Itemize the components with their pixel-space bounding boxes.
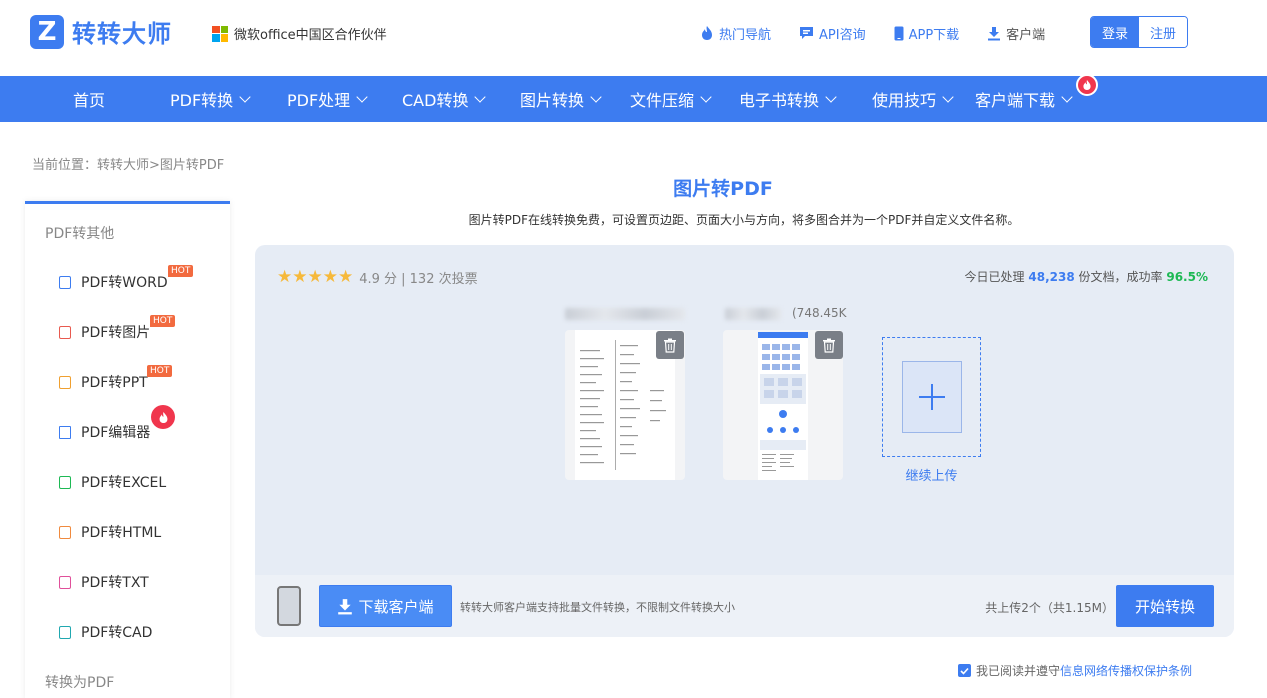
register-button[interactable]: 注册 <box>1139 17 1187 47</box>
cad-file-icon <box>59 625 71 639</box>
stats-rate: 96.5% <box>1166 270 1208 284</box>
chevron-down-icon <box>700 91 712 103</box>
download-client-button[interactable]: 下载客户端 <box>319 585 452 627</box>
nav-item-pdf-convert[interactable]: PDF转换 <box>170 76 251 122</box>
txt-file-icon <box>59 575 71 589</box>
top-header: Z 转转大师 微软office中国区合作伙伴 热门导航 API咨询 APP下载 … <box>0 0 1267 76</box>
chevron-down-icon <box>474 91 487 103</box>
partner-text: 微软office中国区合作伙伴 <box>234 28 387 43</box>
sidebar-item-pdf-to-txt[interactable]: PDF转TXT <box>59 572 149 592</box>
sidebar-item-pdf-to-ppt[interactable]: PDF转PPT <box>59 372 148 392</box>
sidebar-item-pdf-to-image[interactable]: PDF转图片 <box>59 322 150 342</box>
hot-nav-link[interactable]: 热门导航 <box>700 23 771 43</box>
logo-icon: Z <box>30 14 64 49</box>
sidebar-item-pdf-to-word[interactable]: PDF转WORD <box>59 272 168 292</box>
ppt-file-icon <box>59 375 71 389</box>
upload-count: 共上传2个（共1.15M） <box>985 601 1114 615</box>
delete-file-button[interactable] <box>656 331 684 359</box>
rating-text: 4.9 分 | 132 次投票 <box>359 271 478 287</box>
image-file-icon <box>59 325 71 339</box>
client-link[interactable]: 客户端 <box>987 23 1045 43</box>
main-nav: 首页 PDF转换 PDF处理 CAD转换 图片转换 文件压缩 电子书转换 使用技… <box>0 74 1267 122</box>
agree-text: 我已阅读并遵守 <box>976 664 1061 678</box>
sidebar-heading-from-pdf: PDF转其他 <box>45 226 115 242</box>
sidebar: PDF转其他 PDF转WORD HOT PDF转图片 HOT PDF转PPT H… <box>25 201 230 698</box>
fire-icon <box>151 405 175 429</box>
agree-link[interactable]: 信息网络传播权保护条例 <box>1060 662 1192 679</box>
file-name-blurred <box>565 308 685 320</box>
nav-item-client-download[interactable]: 客户端下载 <box>975 76 1073 122</box>
sidebar-item-pdf-to-excel[interactable]: PDF转EXCEL <box>59 472 166 492</box>
login-button[interactable]: 登录 <box>1091 17 1139 47</box>
chevron-down-icon <box>1061 91 1073 103</box>
star-rating-icon: ★★★★★ <box>277 267 354 287</box>
excel-file-icon <box>59 475 71 489</box>
sidebar-heading-to-pdf: 转换为PDF <box>45 675 115 691</box>
chevron-down-icon <box>825 91 837 103</box>
monitor-icon <box>59 425 71 439</box>
agree-checkbox[interactable] <box>958 664 971 677</box>
nav-item-image[interactable]: 图片转换 <box>520 76 602 122</box>
phone-icon <box>894 26 904 40</box>
rating[interactable]: ★★★★★ 4.9 分 | 132 次投票 <box>277 267 478 287</box>
top-links: 热门导航 API咨询 APP下载 客户端 <box>700 23 1073 43</box>
nav-item-cad[interactable]: CAD转换 <box>402 76 487 122</box>
logo-text: 转转大师 <box>72 20 172 48</box>
page-title: 图片转PDF <box>673 178 773 200</box>
hot-badge: HOT <box>147 365 173 377</box>
start-convert-button[interactable]: 开始转换 <box>1116 585 1214 627</box>
microsoft-icon <box>212 25 228 42</box>
action-bar: 下载客户端 转转大师客户端支持批量文件转换，不限制文件转换大小 共上传2个（共1… <box>255 575 1234 637</box>
delete-file-button[interactable] <box>815 331 843 359</box>
upload-area <box>901 361 962 433</box>
chevron-down-icon <box>942 91 954 103</box>
html-file-icon <box>59 525 71 539</box>
upload-panel: ★★★★★ 4.9 分 | 132 次投票 今日已处理 48,238 份文档，成… <box>255 245 1234 637</box>
chevron-down-icon <box>239 91 251 103</box>
word-file-icon <box>59 275 71 289</box>
api-link[interactable]: API咨询 <box>799 23 866 43</box>
stats-count: 48,238 <box>1028 270 1075 284</box>
continue-upload-label[interactable]: 继续上传 <box>882 465 981 484</box>
chevron-down-icon <box>356 91 368 103</box>
page-description: 图片转PDF在线转换免费，可设置页边距、页面大小与方向，将多图合并为一个PDF并… <box>468 213 1020 227</box>
nav-item-tips[interactable]: 使用技巧 <box>872 76 954 122</box>
check-icon <box>960 667 969 675</box>
fire-icon <box>1076 74 1098 96</box>
file-thumbnail <box>758 332 808 480</box>
auth-group: 登录 注册 <box>1090 16 1188 48</box>
hot-badge: HOT <box>150 315 176 327</box>
client-tip: 转转大师客户端支持批量文件转换，不限制文件转换大小 <box>460 601 735 614</box>
chat-icon <box>800 27 814 39</box>
continue-upload-button[interactable] <box>882 337 981 457</box>
hot-badge: HOT <box>168 265 194 277</box>
nav-item-home[interactable]: 首页 <box>73 76 105 122</box>
nav-item-pdf-process[interactable]: PDF处理 <box>287 76 368 122</box>
nav-item-compress[interactable]: 文件压缩 <box>630 76 712 122</box>
app-download-link[interactable]: APP下载 <box>894 23 959 43</box>
download-icon <box>338 598 353 614</box>
breadcrumb: 当前位置：转转大师>图片转PDF <box>32 158 225 173</box>
phone-icon <box>277 586 301 626</box>
sidebar-item-pdf-editor[interactable]: PDF编辑器 <box>59 422 150 442</box>
download-icon <box>988 26 1001 40</box>
agreement: 我已阅读并遵守 信息网络传播权保护条例 <box>958 662 1192 679</box>
plus-icon <box>918 384 945 410</box>
file-name-blurred <box>725 308 781 320</box>
trash-icon <box>823 338 835 353</box>
file-size: (748.45K <box>792 306 847 320</box>
chevron-down-icon <box>590 91 602 103</box>
nav-item-ebook[interactable]: 电子书转换 <box>739 76 837 122</box>
logo[interactable]: Z 转转大师 <box>30 14 172 49</box>
stats: 今日已处理 48,238 份文档，成功率 96.5% <box>964 270 1208 284</box>
sidebar-item-pdf-to-cad[interactable]: PDF转CAD <box>59 622 152 642</box>
flame-icon <box>702 26 712 40</box>
trash-icon <box>664 338 676 353</box>
partner-badge: 微软office中国区合作伙伴 <box>212 24 387 43</box>
sidebar-item-pdf-to-html[interactable]: PDF转HTML <box>59 522 161 542</box>
